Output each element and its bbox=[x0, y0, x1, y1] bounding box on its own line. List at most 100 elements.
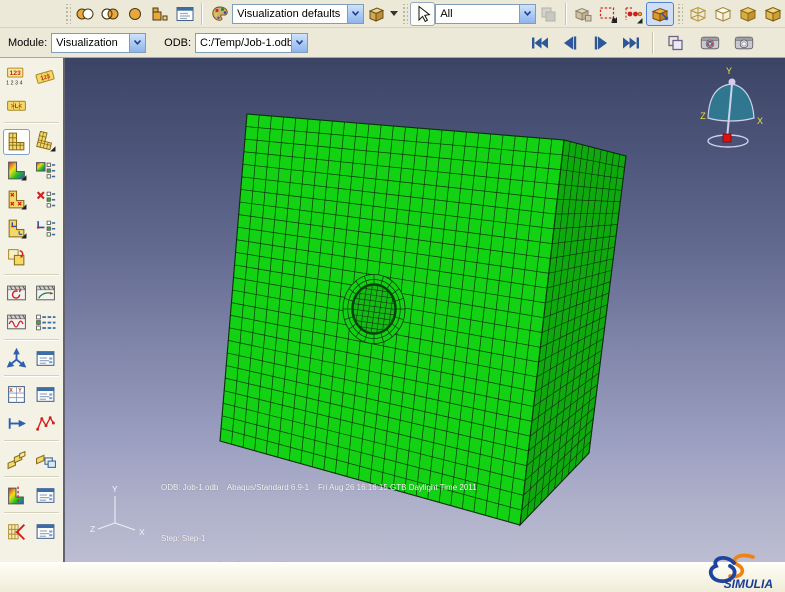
result-ticks-icon[interactable]: >L< bbox=[3, 93, 30, 119]
chevron-down-icon[interactable] bbox=[129, 34, 145, 52]
select-cursor-button[interactable] bbox=[410, 2, 435, 26]
toolbox-separator bbox=[4, 375, 59, 377]
state-block: ODB: Job-1.odb Abaqus/Standard 6.9-1 Fri… bbox=[161, 465, 477, 562]
wireframe-cube-icon[interactable] bbox=[685, 2, 710, 26]
plot-material-orientation-icon[interactable] bbox=[3, 216, 30, 242]
context-bar: Module: Visualization ODB: C:/Temp/Job-1… bbox=[0, 28, 785, 58]
view-cut-manager-icon[interactable] bbox=[32, 483, 59, 509]
solid-circle-icon[interactable] bbox=[123, 2, 148, 26]
viewport-triad-icon[interactable] bbox=[3, 346, 30, 372]
triad-z-label: Z bbox=[90, 524, 95, 534]
viewport-canvas[interactable]: Y Z X Y Z X ODB: Job-1.odb Abaqus/Standa… bbox=[65, 58, 785, 562]
toolbox-separator bbox=[4, 512, 59, 514]
module-value: Visualization bbox=[52, 37, 129, 49]
status-bar bbox=[0, 562, 785, 592]
triad-y-label: Y bbox=[112, 484, 118, 494]
create-path-icon[interactable] bbox=[3, 447, 30, 473]
viewport-annotation-options-icon[interactable] bbox=[32, 346, 59, 372]
grayed-blocks-icon bbox=[536, 2, 561, 26]
tile-viewports-icon[interactable] bbox=[662, 31, 687, 55]
view-cut-icon[interactable] bbox=[3, 483, 30, 509]
movie-camera-icon[interactable] bbox=[695, 31, 725, 55]
toolbox-separator bbox=[4, 339, 59, 341]
display-defaults-value: Visualization defaults bbox=[233, 8, 346, 20]
chevron-down-icon[interactable] bbox=[347, 5, 363, 23]
display-defaults-select[interactable]: Visualization defaults bbox=[232, 4, 363, 24]
main-toolbar: Visualization defaults All bbox=[0, 0, 785, 28]
step-text: Step: Step-1 bbox=[161, 534, 477, 543]
toolbar-separator bbox=[201, 3, 203, 25]
shaded-cube-icon[interactable] bbox=[735, 2, 760, 26]
result-ticks-text: >L< bbox=[11, 103, 23, 110]
view-cube-group-icon[interactable] bbox=[571, 2, 596, 26]
hiddenline-cube-icon[interactable] bbox=[710, 2, 735, 26]
venn-replace-icon[interactable] bbox=[73, 2, 98, 26]
contour-options-icon[interactable] bbox=[32, 158, 59, 184]
plot-contours-icon[interactable] bbox=[3, 158, 30, 184]
previous-frame-button[interactable] bbox=[557, 31, 582, 55]
origin-triad: Y Z X bbox=[89, 483, 153, 543]
field-output-tilted-icon[interactable]: 123 bbox=[32, 64, 59, 90]
plot-symbols-icon[interactable] bbox=[3, 187, 30, 213]
path-manager-icon[interactable] bbox=[32, 447, 59, 473]
color-palette-icon[interactable] bbox=[207, 2, 232, 26]
animation-options-icon[interactable] bbox=[32, 310, 59, 336]
toolbar-separator bbox=[565, 3, 567, 25]
free-body-manager-icon[interactable] bbox=[32, 519, 59, 545]
odb-label: ODB: bbox=[160, 37, 195, 49]
toolbar-separator bbox=[652, 32, 654, 54]
field-output-icon[interactable]: 123 1234 bbox=[3, 64, 30, 90]
chevron-down-icon[interactable] bbox=[291, 34, 307, 52]
odb-title-text: ODB: Job-1.odb Abaqus/Standard 6.9-1 Fri… bbox=[161, 483, 477, 492]
highlight-cube-button[interactable] bbox=[646, 2, 675, 26]
view-compass[interactable]: Y Z X bbox=[695, 62, 767, 152]
toolbox-separator bbox=[4, 476, 59, 478]
venn-intersect-icon[interactable] bbox=[98, 2, 123, 26]
compass-x-label: X bbox=[757, 116, 763, 126]
field-output-subtext: 1234 bbox=[6, 80, 24, 86]
cube-dropdown-caret[interactable] bbox=[389, 3, 400, 25]
last-frame-button[interactable] bbox=[619, 31, 644, 55]
toolbar-grip[interactable] bbox=[676, 4, 683, 24]
animate-time-history-icon[interactable] bbox=[32, 281, 59, 307]
field-output-text: 123 bbox=[9, 70, 21, 77]
snapshot-camera-icon[interactable] bbox=[729, 31, 759, 55]
symbol-options-icon[interactable] bbox=[32, 187, 59, 213]
abaqus-cae-window: Visualization defaults All bbox=[0, 0, 785, 592]
odb-value: C:/Temp/Job-1.odb bbox=[196, 37, 291, 49]
toolbar-spacer bbox=[0, 13, 62, 14]
field-output-tilted-text: 123 bbox=[40, 74, 51, 82]
plot-deformed-icon[interactable] bbox=[32, 129, 59, 155]
display-group-manager-icon[interactable] bbox=[172, 2, 197, 26]
allow-multiple-plot-states-icon[interactable] bbox=[3, 245, 30, 271]
toolbar-grip[interactable] bbox=[64, 4, 71, 24]
xy-curve-options-icon[interactable] bbox=[32, 411, 59, 437]
xy-options-icon[interactable] bbox=[32, 382, 59, 408]
plot-undeformed-icon[interactable] bbox=[3, 129, 30, 155]
display-group-blocks-icon[interactable] bbox=[147, 2, 172, 26]
compass-z-label: Z bbox=[700, 111, 706, 121]
filled-cube-icon[interactable] bbox=[760, 2, 785, 26]
mesh-hole bbox=[343, 275, 405, 344]
animate-harmonic-icon[interactable] bbox=[3, 310, 30, 336]
point-select-icon[interactable] bbox=[621, 2, 646, 26]
first-frame-button[interactable] bbox=[526, 31, 551, 55]
visualization-toolbox: 123 1234 123 >L< bbox=[0, 58, 65, 562]
selection-filter-select[interactable]: All bbox=[435, 4, 536, 24]
color-code-cube-icon[interactable] bbox=[364, 2, 389, 26]
toolbox-separator bbox=[4, 440, 59, 442]
module-select[interactable]: Visualization bbox=[51, 33, 146, 53]
toolbar-grip[interactable] bbox=[401, 4, 408, 24]
chevron-down-icon[interactable] bbox=[519, 5, 535, 23]
orientation-options-icon[interactable] bbox=[32, 216, 59, 242]
animate-scale-factor-icon[interactable] bbox=[3, 281, 30, 307]
module-label: Module: bbox=[4, 37, 51, 49]
next-frame-button[interactable] bbox=[588, 31, 613, 55]
xy-axis-options-icon[interactable] bbox=[3, 411, 30, 437]
free-body-cut-icon[interactable] bbox=[3, 519, 30, 545]
triad-x-label: X bbox=[139, 527, 145, 537]
selection-filter-value: All bbox=[436, 8, 519, 20]
odb-select[interactable]: C:/Temp/Job-1.odb bbox=[195, 33, 308, 53]
drag-select-icon[interactable] bbox=[596, 2, 621, 26]
create-xy-data-icon[interactable]: X Y bbox=[3, 382, 30, 408]
